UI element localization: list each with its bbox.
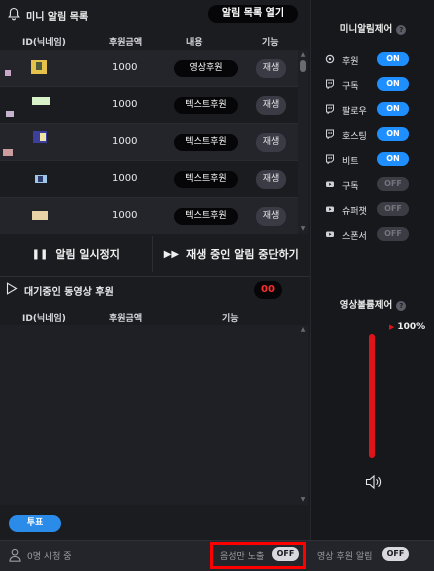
queue-count-badge: 00: [254, 281, 282, 299]
play-button[interactable]: 재생: [256, 170, 286, 189]
control-row-sponsor: 스폰서 OFF: [311, 227, 434, 243]
play-button[interactable]: 재생: [256, 207, 286, 226]
queue-title: 대기중인 동영상 후원: [24, 287, 114, 298]
twitch-icon: [326, 79, 334, 89]
avatar: [5, 70, 11, 76]
donation-amount: 1000: [112, 99, 138, 110]
video-queue-list: [0, 325, 298, 505]
alert-table: 1000 영상후원 재생 1000 텍스트후원 재생 1000 텍스트후원 재생…: [0, 50, 298, 234]
help-icon[interactable]: ?: [396, 300, 407, 311]
table-row: 1000 텍스트후원 재생: [0, 87, 298, 124]
alert-table-header: ID(닉네임) 후원금액 내용 기능: [0, 30, 310, 50]
control-row-bits: 비트 ON: [311, 152, 434, 168]
pause-alerts-button[interactable]: ❚❚ 알림 일시정지: [0, 236, 153, 272]
donation-amount: 1000: [112, 62, 138, 73]
avatar: [32, 211, 48, 220]
scroll-down-icon[interactable]: ▼: [298, 225, 308, 233]
control-row-donation: 후원 ON: [311, 52, 434, 68]
donation-amount: 1000: [112, 173, 138, 184]
queue-table-header: ID(닉네임) 후원금액 기능: [0, 306, 310, 326]
play-button[interactable]: 재생: [256, 96, 286, 115]
control-row-twitch-subscribe: 구독 ON: [311, 77, 434, 93]
twitch-icon: [326, 129, 334, 139]
bell-icon: [8, 7, 20, 21]
control-row-youtube-subscribe: 구독 OFF: [311, 177, 434, 193]
toggle-sponsor[interactable]: OFF: [377, 227, 409, 241]
column-header-action: 기능: [222, 314, 239, 324]
youtube-icon: [326, 206, 334, 212]
donation-type-badge: 텍스트후원: [174, 134, 238, 151]
column-header-action: 기능: [262, 38, 279, 48]
stop-alert-button[interactable]: ▶▶ 재생 중인 알림 중단하기: [152, 236, 310, 272]
scroll-up-icon[interactable]: ▲: [298, 326, 308, 334]
twitch-icon: [326, 154, 334, 164]
queue-scrollbar[interactable]: ▲ ▼: [298, 325, 308, 505]
volume-control-title: 영상볼륨제어?: [311, 297, 434, 311]
donation-type-badge: 영상후원: [174, 60, 238, 77]
twitch-icon: [326, 104, 334, 114]
video-queue-header: 대기중인 동영상 후원 00: [0, 276, 310, 303]
toggle-donation[interactable]: ON: [377, 52, 409, 66]
table-row: 1000 텍스트후원 재생: [0, 124, 298, 161]
alert-list-header: 미니 알림 목록 알림 목록 열기: [0, 0, 310, 28]
column-header-id: ID(닉네임): [22, 314, 66, 324]
toggle-hosting[interactable]: ON: [377, 127, 409, 141]
youtube-icon: [326, 231, 334, 237]
toggle-youtube-subscribe[interactable]: OFF: [377, 177, 409, 191]
video-alert-label: 영상 후원 알림: [317, 552, 373, 562]
speaker-icon[interactable]: [364, 473, 384, 491]
column-header-amount: 후원금액: [109, 314, 143, 324]
play-button[interactable]: 재생: [256, 133, 286, 152]
vote-button[interactable]: 투표: [9, 515, 61, 532]
donation-icon: [325, 54, 335, 64]
table-row: 1000 텍스트후원 재생: [0, 198, 298, 234]
toggle-bits[interactable]: ON: [377, 152, 409, 166]
column-header-amount: 후원금액: [109, 38, 143, 48]
status-bar: 0명 시청 중 음성만 노출 OFF 영상 후원 알림 OFF: [0, 540, 434, 571]
video-alert-toggle[interactable]: OFF: [382, 547, 409, 561]
column-header-content: 내용: [186, 38, 203, 48]
alert-list-scrollbar[interactable]: ▲ ▼: [298, 50, 308, 234]
alert-controls: ❚❚ 알림 일시정지 ▶▶ 재생 중인 알림 중단하기: [0, 236, 310, 272]
scrollbar-thumb[interactable]: [300, 60, 306, 72]
control-row-superchat: 슈퍼챗 OFF: [311, 202, 434, 218]
avatar: [32, 97, 50, 105]
play-button[interactable]: 재생: [256, 59, 286, 78]
open-alert-list-button[interactable]: 알림 목록 열기: [208, 5, 298, 23]
control-panel: 미니알림제어? 후원 ON 구독 ON 팔로우 ON 호스팅 ON 비트 ON …: [310, 0, 434, 540]
table-row: 1000 영상후원 재생: [0, 50, 298, 87]
toggle-twitch-subscribe[interactable]: ON: [377, 77, 409, 91]
column-header-id: ID(닉네임): [22, 38, 66, 48]
scroll-up-icon[interactable]: ▲: [298, 51, 308, 59]
viewer-count: 0명 시청 중: [27, 552, 72, 562]
mini-alert-control-title: 미니알림제어?: [311, 21, 434, 35]
donation-type-badge: 텍스트후원: [174, 208, 238, 225]
control-row-follow: 팔로우 ON: [311, 102, 434, 118]
toggle-superchat[interactable]: OFF: [377, 202, 409, 216]
play-outline-icon: [6, 282, 18, 295]
skip-icon: ▶▶: [163, 248, 180, 260]
donation-amount: 1000: [112, 136, 138, 147]
donation-type-badge: 텍스트후원: [174, 97, 238, 114]
toggle-follow[interactable]: ON: [377, 102, 409, 116]
volume-level: ▶ 100%: [389, 322, 426, 332]
volume-marker-icon: ▶: [389, 323, 395, 331]
highlight-box: [210, 542, 306, 569]
user-icon: [9, 548, 21, 562]
donation-amount: 1000: [112, 210, 138, 221]
page-title: 미니 알림 목록: [26, 12, 89, 23]
scroll-down-icon[interactable]: ▼: [298, 496, 308, 504]
pause-icon: ❚❚: [31, 248, 49, 260]
alert-panel: 미니 알림 목록 알림 목록 열기 ID(닉네임) 후원금액 내용 기능 100…: [0, 0, 310, 540]
volume-slider[interactable]: [369, 334, 375, 458]
donation-type-badge: 텍스트후원: [174, 171, 238, 188]
youtube-icon: [326, 181, 334, 187]
help-icon[interactable]: ?: [396, 24, 407, 35]
table-row: 1000 텍스트후원 재생: [0, 161, 298, 198]
control-row-hosting: 호스팅 ON: [311, 127, 434, 143]
